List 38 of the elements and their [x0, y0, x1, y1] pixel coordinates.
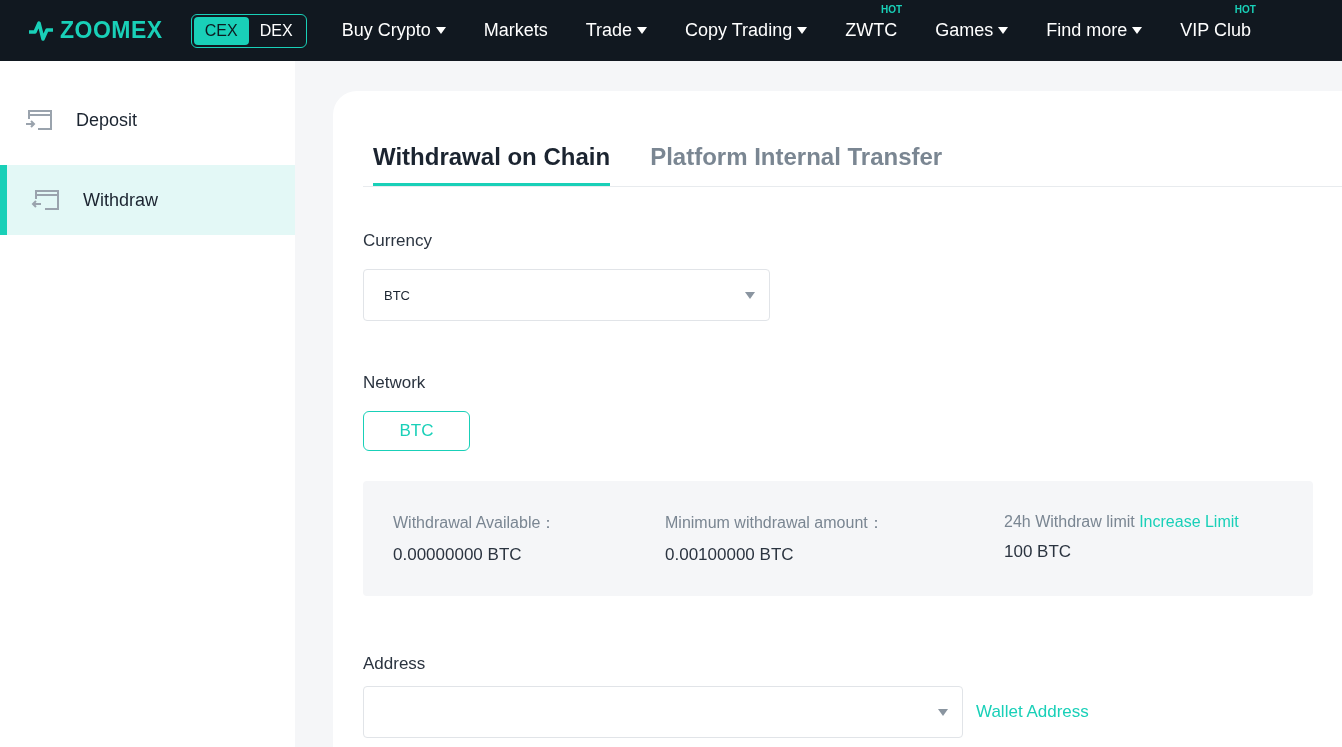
card-icon	[24, 108, 54, 132]
sidebar-item[interactable]: Withdraw	[0, 165, 295, 235]
info-value: 0.00000000 BTC	[393, 545, 523, 565]
mode-toggle[interactable]: DEX	[248, 16, 304, 45]
card-icon	[31, 188, 61, 212]
nav-link[interactable]: Games	[935, 20, 994, 41]
nav-link[interactable]: Find more	[1046, 20, 1128, 41]
info-label: Withdrawal Available：	[393, 513, 558, 533]
info-value: 100 BTC	[1004, 542, 1073, 562]
field-label: Address	[363, 654, 427, 674]
logo-icon	[28, 19, 54, 42]
caret-icon	[938, 708, 948, 716]
sidebar-item[interactable]: Deposit	[0, 85, 295, 155]
caret-icon	[998, 27, 1009, 34]
nav-link[interactable]: Trade	[585, 20, 633, 41]
info-label: Minimum withdrawal amount：	[665, 513, 885, 533]
caret-icon	[797, 27, 808, 34]
nav-link[interactable]: VIP Club	[1180, 20, 1251, 41]
hot-label: HOT	[1234, 4, 1256, 15]
caret-icon	[637, 27, 648, 34]
nav-link[interactable]: Buy Crypto	[341, 20, 431, 41]
field-label: Currency	[363, 231, 433, 251]
nav-link[interactable]: Copy Trading	[685, 20, 793, 41]
nav-link[interactable]: ZWTC	[845, 20, 898, 41]
address-select[interactable]	[363, 686, 963, 738]
caret-icon	[1132, 27, 1143, 34]
field-label: Network	[363, 373, 427, 393]
caret-icon	[745, 291, 755, 299]
info-label: 24h Withdraw limit Increase Limit	[1004, 513, 1239, 531]
hot-label: HOT	[881, 4, 903, 15]
info-value: 0.00100000 BTC	[665, 545, 795, 565]
tab[interactable]: Withdrawal on Chain	[373, 143, 611, 186]
currency-select[interactable]: BTC	[363, 269, 770, 321]
mode-toggle[interactable]: CEX	[193, 16, 249, 45]
logo-text[interactable]: ZOOMEX	[60, 17, 163, 44]
caret-icon	[435, 27, 446, 34]
nav-link[interactable]: Markets	[483, 20, 548, 41]
tab[interactable]: Platform Internal Transfer	[650, 143, 943, 186]
